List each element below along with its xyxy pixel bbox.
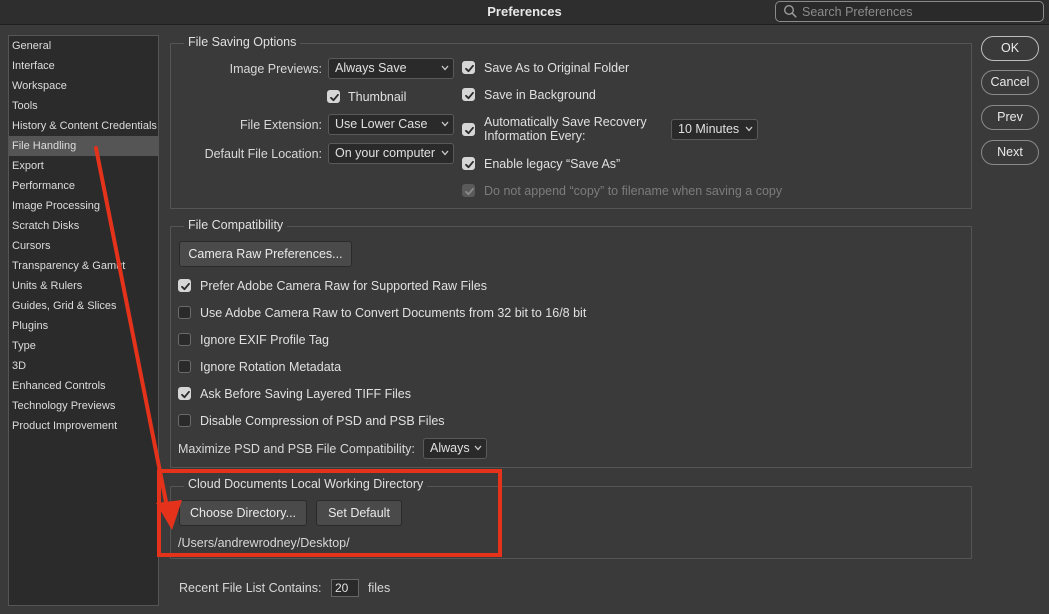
prev-button[interactable]: Prev bbox=[981, 105, 1039, 130]
save-as-original-checkbox[interactable] bbox=[462, 61, 475, 74]
maximize-compat-label: Maximize PSD and PSB File Compatibility: bbox=[178, 442, 415, 456]
checkmark-icon bbox=[465, 64, 474, 73]
image-previews-select[interactable]: Always Save bbox=[328, 58, 454, 79]
default-location-select[interactable]: On your computer bbox=[328, 143, 454, 164]
sidebar-item-cursors[interactable]: Cursors bbox=[9, 236, 158, 256]
file-extension-label: File Extension: bbox=[240, 118, 322, 132]
sidebar-item-interface[interactable]: Interface bbox=[9, 56, 158, 76]
sidebar-item-workspace[interactable]: Workspace bbox=[9, 76, 158, 96]
cancel-button[interactable]: Cancel bbox=[981, 70, 1039, 95]
recent-files-input[interactable]: 20 bbox=[331, 579, 359, 597]
title-bar: Preferences bbox=[0, 0, 1049, 25]
cloud-directory-path: /Users/andrewrodney/Desktop/ bbox=[178, 536, 350, 550]
sidebar-item-enhanced-controls[interactable]: Enhanced Controls bbox=[9, 376, 158, 396]
sidebar-item-3d[interactable]: 3D bbox=[9, 356, 158, 376]
auto-recovery-label-line1: Automatically Save Recovery bbox=[484, 115, 647, 129]
sidebar-item-units-rulers[interactable]: Units & Rulers bbox=[9, 276, 158, 296]
search-input[interactable] bbox=[802, 3, 1038, 20]
choose-directory-button[interactable]: Choose Directory... bbox=[179, 500, 307, 526]
compat-option-checkbox[interactable] bbox=[178, 306, 191, 319]
default-location-value: On your computer bbox=[335, 146, 436, 160]
checkmark-icon bbox=[465, 160, 474, 169]
compat-option-checkbox[interactable] bbox=[178, 360, 191, 373]
save-background-checkbox[interactable] bbox=[462, 88, 475, 101]
sidebar-item-type[interactable]: Type bbox=[9, 336, 158, 356]
checkmark-icon bbox=[465, 126, 474, 135]
auto-recovery-interval-value: 10 Minutes bbox=[678, 122, 740, 136]
save-background-label: Save in Background bbox=[484, 88, 596, 102]
image-previews-label: Image Previews: bbox=[229, 62, 322, 76]
chevron-down-icon bbox=[474, 445, 482, 451]
file-extension-select[interactable]: Use Lower Case bbox=[328, 114, 454, 135]
search-icon bbox=[783, 4, 797, 18]
file-compatibility-title: File Compatibility bbox=[184, 218, 288, 232]
sidebar-item-export[interactable]: Export bbox=[9, 156, 158, 176]
checkmark-icon bbox=[330, 93, 339, 102]
maximize-compat-value: Always bbox=[430, 441, 470, 455]
chevron-down-icon bbox=[441, 150, 449, 156]
compat-option-label: Use Adobe Camera Raw to Convert Document… bbox=[200, 306, 587, 320]
sidebar-item-transparency-gamut[interactable]: Transparency & Gamut bbox=[9, 256, 158, 276]
checkmark-icon bbox=[465, 187, 474, 196]
next-button[interactable]: Next bbox=[981, 140, 1039, 165]
compat-option-label: Ignore Rotation Metadata bbox=[200, 360, 342, 374]
chevron-down-icon bbox=[441, 65, 449, 71]
sidebar-item-plugins[interactable]: Plugins bbox=[9, 316, 158, 336]
thumbnail-checkbox[interactable] bbox=[327, 90, 340, 103]
recent-files-label: Recent File List Contains: bbox=[179, 581, 322, 595]
cloud-documents-title: Cloud Documents Local Working Directory bbox=[184, 477, 428, 491]
legacy-save-as-label: Enable legacy “Save As” bbox=[484, 157, 621, 171]
ok-button[interactable]: OK bbox=[981, 36, 1039, 61]
recent-files-suffix: files bbox=[368, 581, 391, 595]
auto-recovery-checkbox[interactable] bbox=[462, 123, 475, 136]
chevron-down-icon bbox=[441, 121, 449, 127]
sidebar-item-image-processing[interactable]: Image Processing bbox=[9, 196, 158, 216]
legacy-save-as-checkbox[interactable] bbox=[462, 157, 475, 170]
sidebar-item-product-improvement[interactable]: Product Improvement bbox=[9, 416, 158, 436]
sidebar-item-guides-grid-slices[interactable]: Guides, Grid & Slices bbox=[9, 296, 158, 316]
compat-option-label: Ask Before Saving Layered TIFF Files bbox=[200, 387, 411, 401]
sidebar-item-tools[interactable]: Tools bbox=[9, 96, 158, 116]
sidebar-item-history-content-credentials[interactable]: History & Content Credentials bbox=[9, 116, 158, 136]
compat-option-label: Prefer Adobe Camera Raw for Supported Ra… bbox=[200, 279, 487, 293]
file-saving-options-title: File Saving Options bbox=[184, 35, 301, 49]
no-copy-checkbox bbox=[462, 184, 475, 197]
sidebar-item-technology-previews[interactable]: Technology Previews bbox=[9, 396, 158, 416]
checkmark-icon bbox=[181, 282, 190, 291]
sidebar-item-scratch-disks[interactable]: Scratch Disks bbox=[9, 216, 158, 236]
no-copy-label: Do not append “copy” to filename when sa… bbox=[484, 184, 783, 198]
chevron-down-icon bbox=[745, 126, 753, 132]
compat-option-checkbox[interactable] bbox=[178, 387, 191, 400]
default-location-label: Default File Location: bbox=[204, 147, 322, 161]
checkmark-icon bbox=[181, 390, 190, 399]
sidebar-item-general[interactable]: General bbox=[9, 36, 158, 56]
compat-option-checkbox[interactable] bbox=[178, 333, 191, 346]
sidebar: General Interface Workspace Tools History & … bbox=[8, 35, 159, 606]
compat-option-checkbox[interactable] bbox=[178, 414, 191, 427]
search-box[interactable] bbox=[775, 1, 1044, 22]
maximize-compat-select[interactable]: Always bbox=[423, 438, 487, 459]
camera-raw-preferences-button[interactable]: Camera Raw Preferences... bbox=[179, 241, 352, 267]
save-as-original-label: Save As to Original Folder bbox=[484, 61, 630, 75]
compat-option-label: Disable Compression of PSD and PSB Files bbox=[200, 414, 445, 428]
sidebar-item-performance[interactable]: Performance bbox=[9, 176, 158, 196]
auto-recovery-label-line2: Information Every: bbox=[484, 129, 586, 143]
auto-recovery-interval-select[interactable]: 10 Minutes bbox=[671, 119, 758, 140]
file-extension-value: Use Lower Case bbox=[335, 117, 428, 131]
compat-option-checkbox[interactable] bbox=[178, 279, 191, 292]
checkmark-icon bbox=[465, 91, 474, 100]
sidebar-item-file-handling[interactable]: File Handling bbox=[9, 136, 158, 156]
set-default-button[interactable]: Set Default bbox=[316, 500, 402, 526]
image-previews-value: Always Save bbox=[335, 61, 407, 75]
compat-option-label: Ignore EXIF Profile Tag bbox=[200, 333, 330, 347]
thumbnail-label: Thumbnail bbox=[348, 90, 407, 104]
